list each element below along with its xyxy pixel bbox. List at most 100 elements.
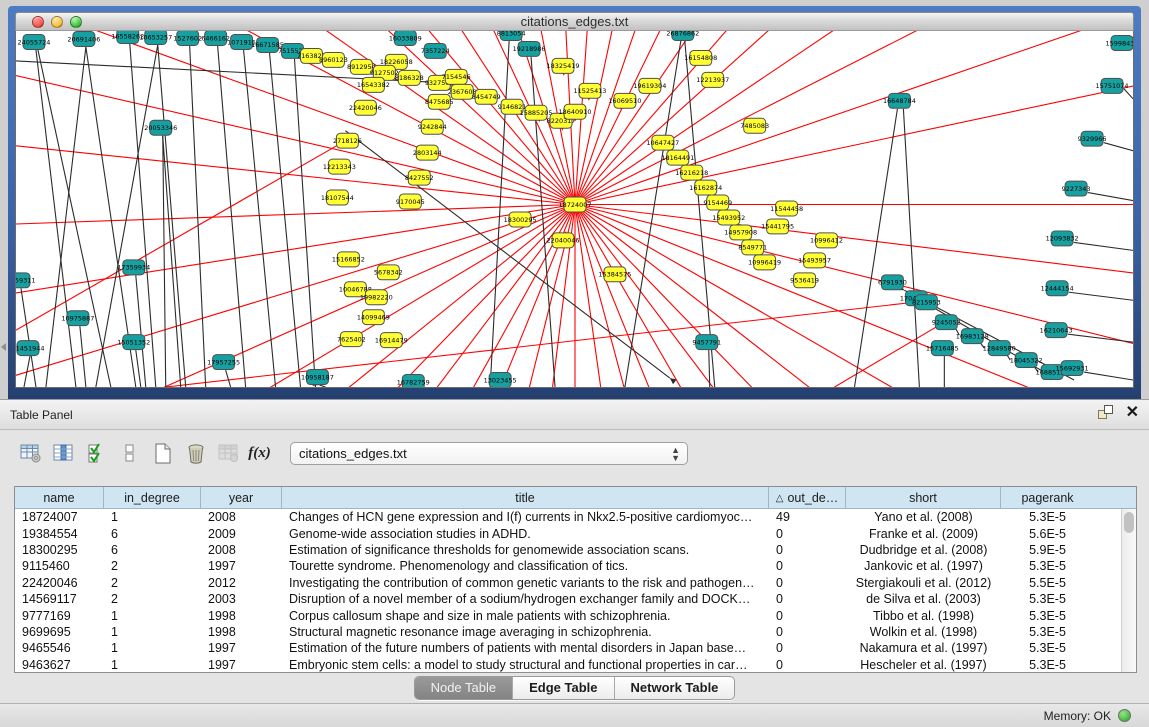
graph-node-teal[interactable]: 1527602 <box>173 31 202 45</box>
graph-node-yellow[interactable]: 8427552 <box>405 170 434 185</box>
cell-short[interactable]: Jankovic et al. (1997) <box>846 559 1001 573</box>
graph-node-teal[interactable]: 11451944 <box>15 341 44 356</box>
graph-node-yellow[interactable]: 18164491 <box>661 150 694 165</box>
graph-node-teal[interactable]: 15751074 <box>1096 78 1129 93</box>
cell-title[interactable]: Investigating the contribution of common… <box>282 576 769 590</box>
graph-node-teal[interactable]: 12849580 <box>983 341 1016 356</box>
graph-node-teal[interactable]: 10975887 <box>61 311 94 326</box>
graph-node-yellow[interactable]: 19619304 <box>633 78 666 93</box>
table-row[interactable]: 1456911722003Disruption of a novel membe… <box>15 591 1136 607</box>
cell-name[interactable]: 14569117 <box>15 592 104 606</box>
cell-pagerank[interactable]: 5.3E-5 <box>1001 592 1094 606</box>
cell-year[interactable]: 1998 <box>201 609 282 623</box>
cell-in_degree[interactable]: 1 <box>104 658 201 672</box>
cell-short[interactable]: de Silva et al. (2003) <box>846 592 1001 606</box>
graph-node-yellow[interactable]: 9170045 <box>396 194 425 209</box>
cell-name[interactable]: 9699695 <box>15 625 104 639</box>
graph-node-teal[interactable]: 16782759 <box>397 375 430 388</box>
cell-in_degree[interactable]: 2 <box>104 559 201 573</box>
graph-node-yellow[interactable]: 16069510 <box>608 93 641 108</box>
graph-node-yellow[interactable]: 16914479 <box>375 333 408 348</box>
graph-node-yellow[interactable]: 14099469 <box>357 310 390 325</box>
close-window-button[interactable] <box>32 16 44 28</box>
cell-year[interactable]: 2012 <box>201 576 282 590</box>
graph-node-yellow[interactable]: 18107544 <box>321 190 354 205</box>
cell-in_degree[interactable]: 2 <box>104 576 201 590</box>
graph-node-yellow[interactable]: 16154808 <box>684 50 717 65</box>
cell-pagerank[interactable]: 5.5E-5 <box>1001 576 1094 590</box>
graph-node-teal[interactable]: 15716485 <box>926 341 959 356</box>
cell-in_degree[interactable]: 1 <box>104 625 201 639</box>
graph-node-yellow[interactable]: 10996412 <box>810 233 843 248</box>
graph-node-yellow[interactable]: 15384575 <box>598 267 631 282</box>
graph-node-yellow[interactable]: 16162874 <box>689 180 722 195</box>
graph-node-yellow[interactable]: 8475685 <box>425 94 454 109</box>
graph-node-teal[interactable]: 10653257 <box>139 31 172 44</box>
graph-node-yellow[interactable]: 14957908 <box>724 225 757 240</box>
graph-node-teal[interactable]: 26876862 <box>666 31 699 40</box>
graph-node-teal[interactable]: 15051352 <box>117 335 150 350</box>
cell-title[interactable]: Genome-wide association studies in ADHD. <box>282 527 769 541</box>
column-header-out_degree[interactable]: △out_de… <box>769 487 846 509</box>
graph-node-yellow[interactable]: 9536419 <box>790 273 819 288</box>
cell-pagerank[interactable]: 5.3E-5 <box>1001 609 1094 623</box>
graph-node-teal[interactable]: 16648784 <box>883 93 916 108</box>
graph-node-yellow[interactable]: 9242844 <box>418 119 447 134</box>
graph-node-teal[interactable]: 20053346 <box>144 120 177 135</box>
cell-year[interactable]: 2003 <box>201 592 282 606</box>
cell-title[interactable]: Disruption of a novel member of a sodium… <box>282 592 769 606</box>
cell-year[interactable]: 1997 <box>201 641 282 655</box>
vertical-scrollbar[interactable] <box>1121 509 1136 672</box>
graph-node-teal[interactable]: 24055724 <box>17 34 50 49</box>
network-canvas[interactable]: 2405572420691406165582621065325715276026… <box>15 31 1134 388</box>
cell-short[interactable]: Dudbridge et al. (2008) <box>846 543 1001 557</box>
cell-title[interactable]: Corpus callosum shape and size in male p… <box>282 609 769 623</box>
table-row[interactable]: 946554611997Estimation of the future num… <box>15 640 1136 656</box>
graph-node-yellow[interactable]: 11544458 <box>770 201 803 216</box>
cell-title[interactable]: Tourette syndrome. Phenomenology and cla… <box>282 559 769 573</box>
cell-year[interactable]: 2009 <box>201 527 282 541</box>
graph-node-teal[interactable]: 6791930 <box>878 275 907 290</box>
graph-node-yellow[interactable]: 18325419 <box>547 58 580 73</box>
table-selector-dropdown[interactable]: citations_edges.txt ▲▼ <box>290 442 688 465</box>
cell-name[interactable]: 9465546 <box>15 641 104 655</box>
cell-in_degree[interactable]: 6 <box>104 527 201 541</box>
graph-node-yellow[interactable]: 7625402 <box>337 332 366 347</box>
network-window-titlebar[interactable]: citations_edges.txt <box>15 12 1134 31</box>
graph-node-yellow[interactable]: 16216218 <box>675 165 708 180</box>
tab-node-table[interactable]: Node Table <box>415 677 514 699</box>
table-row[interactable]: 911546021997Tourette syndrome. Phenomeno… <box>15 558 1136 574</box>
cell-out_degree[interactable]: 0 <box>769 543 846 557</box>
delete-column-button[interactable] <box>179 437 212 469</box>
graph-node-yellow[interactable]: 15441795 <box>761 219 794 234</box>
show-columns-button[interactable] <box>47 437 80 469</box>
scrollbar-thumb[interactable] <box>1124 512 1134 533</box>
cell-name[interactable]: 22420046 <box>15 576 104 590</box>
cell-name[interactable]: 18300295 <box>15 543 104 557</box>
graph-node-yellow[interactable]: 12213343 <box>323 159 356 174</box>
graph-node-teal[interactable]: 7357224 <box>421 43 450 58</box>
select-rows-button[interactable] <box>80 437 113 469</box>
table-row[interactable]: 969969511998Structural magnetic resonanc… <box>15 624 1136 640</box>
column-header-pagerank[interactable]: pagerank <box>1001 487 1094 509</box>
graph-node-yellow[interactable]: 9154469 <box>703 195 732 210</box>
cell-out_degree[interactable]: 0 <box>769 625 846 639</box>
graph-node-teal[interactable]: 16033809 <box>389 31 422 45</box>
close-panel-icon[interactable]: ✕ <box>1126 405 1139 421</box>
graph-node-yellow[interactable]: 15166852 <box>332 252 365 267</box>
new-column-button[interactable] <box>146 437 179 469</box>
graph-node-teal[interactable]: 9457791 <box>692 335 721 350</box>
cell-short[interactable]: Tibbo et al. (1998) <box>846 609 1001 623</box>
graph-node-yellow[interactable]: 22420046 <box>349 100 382 115</box>
graph-node-teal[interactable]: 8215953 <box>912 295 941 310</box>
zoom-window-button[interactable] <box>70 16 82 28</box>
cell-out_degree[interactable]: 0 <box>769 658 846 672</box>
cell-in_degree[interactable]: 1 <box>104 609 201 623</box>
cell-name[interactable]: 18724007 <box>15 510 104 524</box>
graph-node-teal[interactable]: 12444154 <box>1041 281 1074 296</box>
cell-year[interactable]: 2008 <box>201 510 282 524</box>
cell-title[interactable]: Estimation of the future numbers of pati… <box>282 641 769 655</box>
cell-short[interactable]: Nakamura et al. (1997) <box>846 641 1001 655</box>
graph-node-teal[interactable]: 6466162 <box>201 31 230 45</box>
graph-node-teal[interactable]: 15998431 <box>1106 35 1134 50</box>
